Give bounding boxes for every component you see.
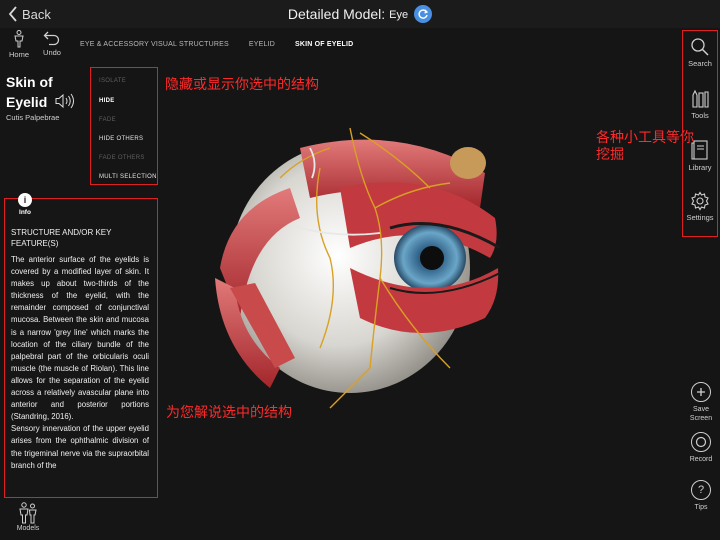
tips-label: Tips xyxy=(694,504,708,511)
search-icon xyxy=(691,38,709,56)
multi-selection-button[interactable]: MULTI SELECTION xyxy=(99,174,157,180)
latin-name: Cutis Palpebrae xyxy=(6,113,60,122)
isolate-button[interactable]: ISOLATE xyxy=(99,78,126,84)
visibility-menu: ISOLATE HIDE FADE HIDE OTHERS FADE OTHER… xyxy=(90,67,158,185)
save-screen-button[interactable]: Save Screen xyxy=(684,382,718,423)
record-button[interactable]: Record xyxy=(684,432,718,464)
record-label: Record xyxy=(689,456,713,463)
settings-label: Settings xyxy=(686,213,714,222)
breadcrumb-item-skin-of-eyelid: SKIN OF EYELID xyxy=(294,41,354,48)
info-paragraph: The anterior surface of the eyelids is c… xyxy=(11,255,149,422)
plus-icon xyxy=(691,382,711,402)
save-screen-label-line1: Save xyxy=(693,406,709,413)
info-icon: i xyxy=(18,193,32,207)
info-body[interactable]: The anterior surface of the eyelids is c… xyxy=(11,254,149,494)
breadcrumb: EYE & ACCESSORY VISUAL STRUCTURES EYELID… xyxy=(80,41,353,48)
annotation-visibility: 隐藏或显示你选中的结构 xyxy=(165,76,319,92)
pupil xyxy=(420,246,444,270)
info-heading: STRUCTURE AND/OR KEY FEATURE(S) xyxy=(11,228,112,248)
undo-icon xyxy=(43,31,60,46)
library-label: Library xyxy=(688,163,712,172)
save-screen-label-line2: Screen xyxy=(689,415,713,422)
home-label: Home xyxy=(8,50,29,59)
title-text: Detailed Model: xyxy=(287,6,386,22)
info-tab[interactable]: i Info xyxy=(15,193,35,216)
breadcrumb-item-eye-structures[interactable]: EYE & ACCESSORY VISUAL STRUCTURES xyxy=(80,41,229,48)
structure-name-line1: Skin of xyxy=(6,74,53,90)
fade-button[interactable]: FADE xyxy=(99,117,116,123)
question-icon: ? xyxy=(691,480,711,500)
home-button[interactable]: Home xyxy=(2,30,36,59)
settings-button[interactable]: Settings xyxy=(683,191,717,222)
search-button[interactable]: Search xyxy=(683,37,717,68)
title-model-name: Eye xyxy=(389,9,409,21)
hide-button[interactable]: HIDE xyxy=(99,98,115,104)
models-label: Models xyxy=(16,525,40,532)
page-title: Detailed Model: Eye xyxy=(0,0,720,28)
tools-icon xyxy=(692,89,709,108)
chevron-left-icon xyxy=(8,6,17,22)
undo-button[interactable]: Undo xyxy=(35,30,69,57)
undo-label: Undo xyxy=(43,48,61,57)
library-icon xyxy=(691,140,708,160)
lacrimal-gland[interactable] xyxy=(450,147,486,179)
record-icon xyxy=(691,432,711,452)
refresh-icon[interactable] xyxy=(414,5,433,23)
models-icon xyxy=(19,502,37,524)
back-button[interactable]: Back xyxy=(8,4,51,24)
breadcrumb-item-eyelid[interactable]: EYELID xyxy=(249,41,275,48)
right-toolbar: Search Tools Library Settings xyxy=(682,30,718,237)
tools-label: Tools xyxy=(691,111,709,120)
search-label: Search xyxy=(688,59,712,68)
models-button[interactable]: Models xyxy=(10,502,46,532)
tips-button[interactable]: ? Tips xyxy=(684,480,718,512)
gear-icon xyxy=(691,191,709,211)
fade-others-button[interactable]: FADE OTHERS xyxy=(99,155,145,161)
back-label: Back xyxy=(22,6,51,22)
eye-3d-model[interactable] xyxy=(200,118,510,418)
tools-button[interactable]: Tools xyxy=(683,87,717,120)
info-label: Info xyxy=(19,209,31,216)
info-paragraph: Sensory innervation of the upper eyelid … xyxy=(11,424,149,470)
info-panel: i Info STRUCTURE AND/OR KEY FEATURE(S) T… xyxy=(4,193,158,498)
speaker-icon[interactable] xyxy=(54,93,76,109)
person-icon xyxy=(14,30,24,48)
top-bar: Back Detailed Model: Eye xyxy=(0,0,720,28)
hide-others-button[interactable]: HIDE OTHERS xyxy=(99,136,143,142)
library-button[interactable]: Library xyxy=(683,139,717,172)
